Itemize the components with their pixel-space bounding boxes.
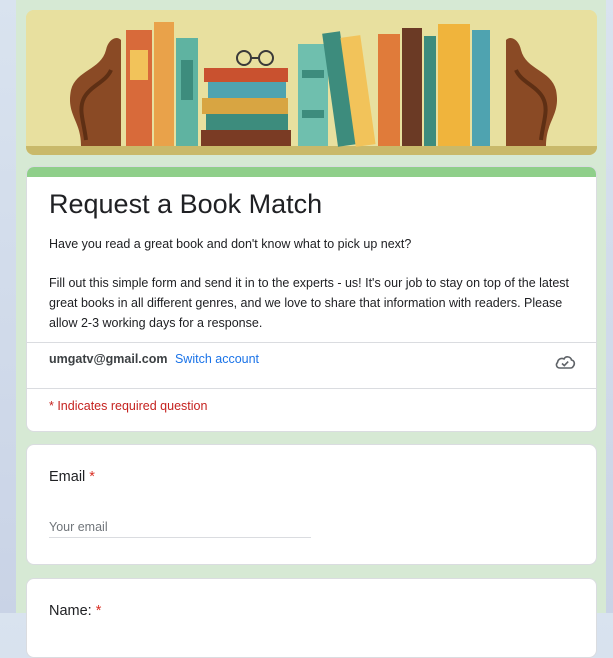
question-card-name: Name: * — [26, 578, 597, 658]
accent-bar — [27, 167, 596, 177]
question-title: Email — [49, 469, 86, 485]
header-banner-books — [26, 10, 597, 155]
account-email: umgatv@gmail.com — [49, 352, 168, 366]
account-row: umgatv@gmail.com Switch account — [49, 352, 259, 366]
cloud-check-icon[interactable] — [554, 353, 576, 371]
email-input[interactable] — [49, 517, 311, 538]
divider — [27, 342, 596, 343]
switch-account-link[interactable]: Switch account — [175, 352, 259, 366]
divider — [27, 388, 596, 389]
question-label-name: Name: * — [49, 603, 101, 619]
question-card-email: Email * — [26, 444, 597, 565]
form-title: Request a Book Match — [49, 189, 323, 219]
form-page: Request a Book Match Have you read a gre… — [16, 0, 606, 658]
required-asterisk: * — [95, 603, 102, 619]
form-description-line1: Have you read a great book and don't kno… — [49, 237, 412, 251]
question-title: Name: — [49, 603, 92, 619]
question-label-email: Email * — [49, 469, 95, 485]
required-asterisk: * — [89, 469, 95, 485]
form-header-card: Request a Book Match Have you read a gre… — [26, 166, 597, 432]
form-description-line2: Fill out this simple form and send it in… — [49, 276, 570, 330]
bookshelf-illustration — [26, 10, 597, 155]
required-note: * Indicates required question — [49, 399, 208, 413]
